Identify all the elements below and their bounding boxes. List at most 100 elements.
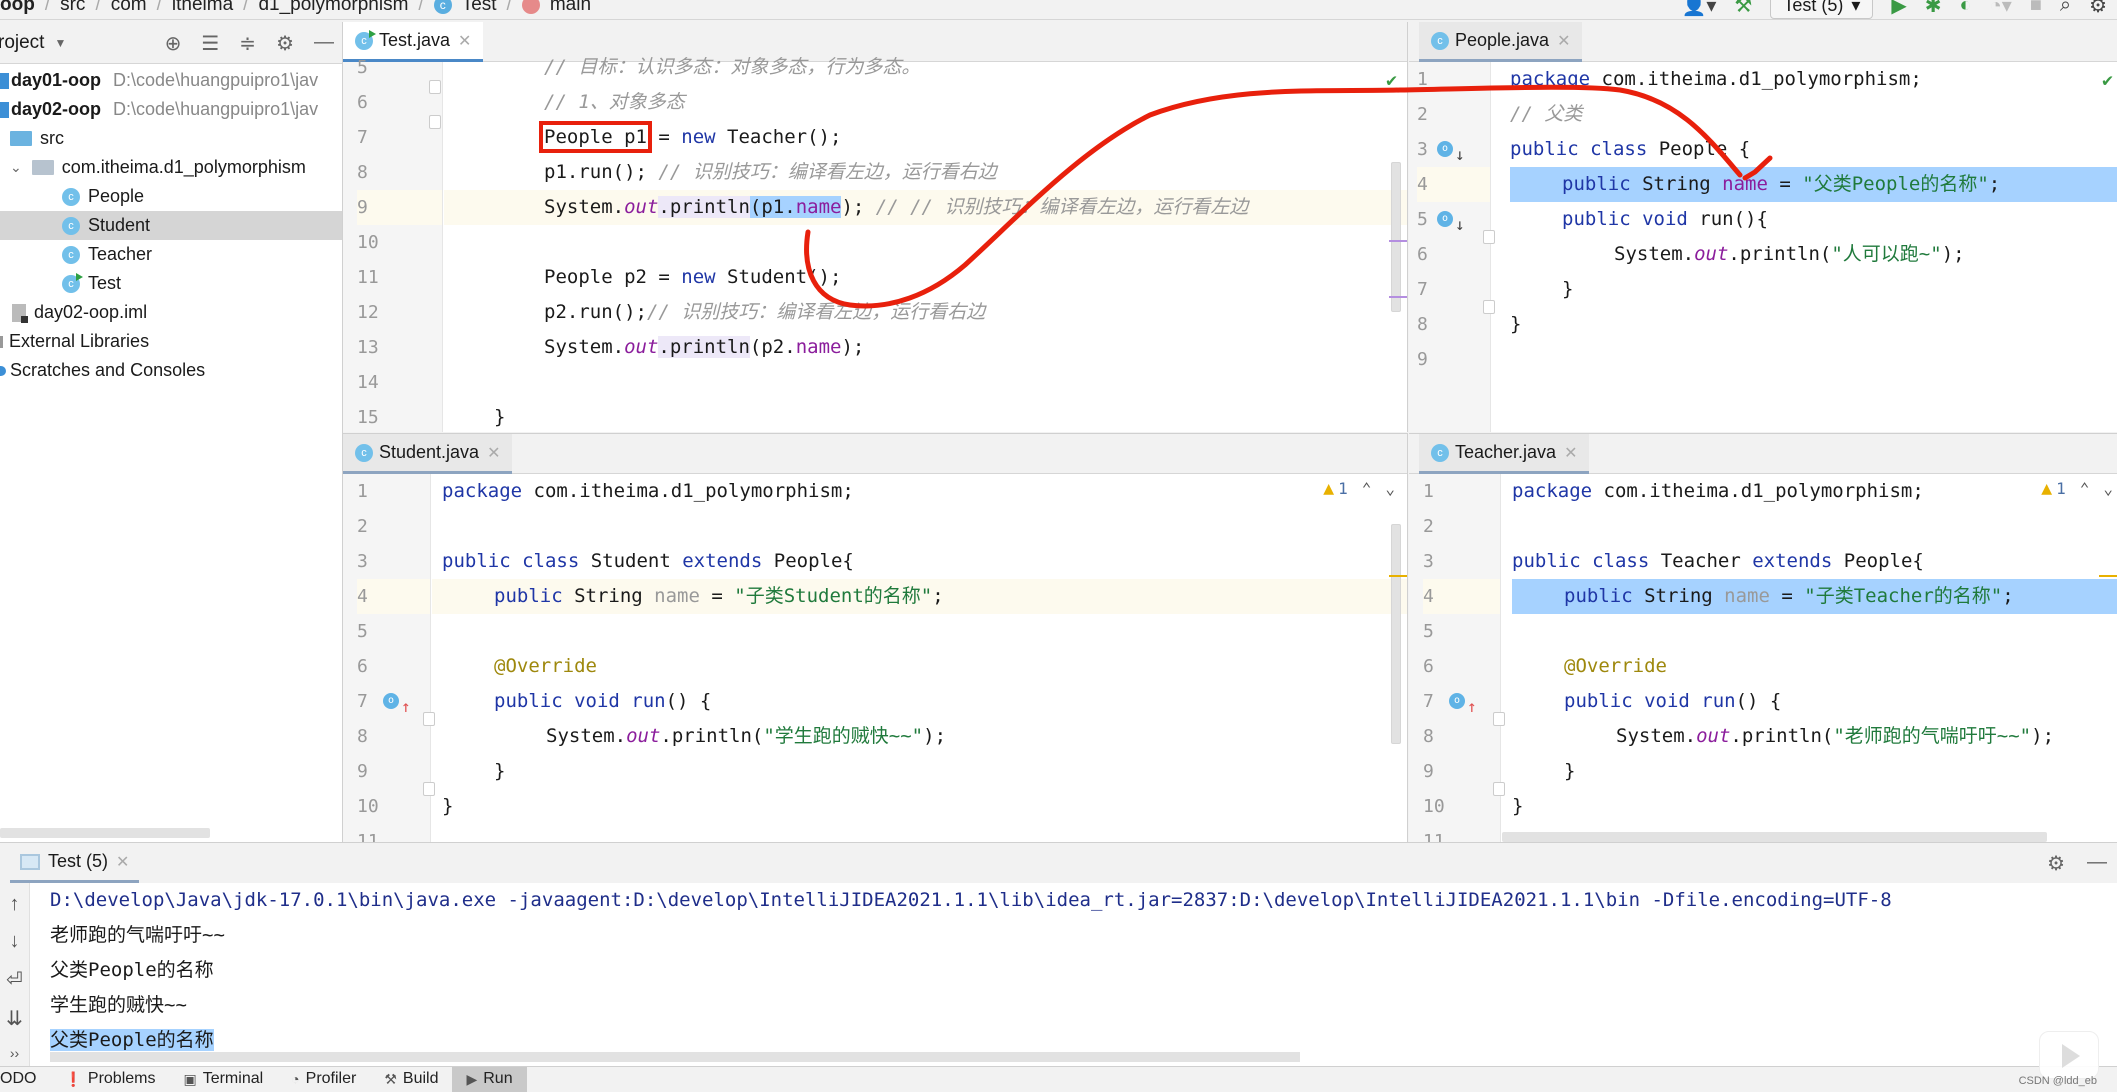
usage-marker[interactable] xyxy=(1389,296,1407,298)
tool-window-todo[interactable]: ODO xyxy=(0,1067,50,1092)
tree-item-day02-oop[interactable]: day02-oop D:\code\huangpuipro1\jav xyxy=(0,95,342,124)
no-problems-check-icon[interactable]: ✔ xyxy=(2102,70,2113,91)
run-icon[interactable]: ▶ xyxy=(1891,0,1906,18)
tool-window-profiler[interactable]: ◔Profiler xyxy=(277,1067,370,1092)
usage-marker[interactable] xyxy=(1389,240,1407,242)
keyword: public void xyxy=(1564,690,1690,712)
overridden-icon[interactable]: o xyxy=(1437,141,1453,157)
settings-gear-icon[interactable]: ⚙ xyxy=(2047,851,2065,876)
close-icon[interactable]: ✕ xyxy=(487,443,500,463)
overrides-icon[interactable]: o xyxy=(1449,693,1465,709)
fold-icon[interactable] xyxy=(429,80,441,94)
overrides-icon[interactable]: o xyxy=(383,693,399,709)
tree-item-people[interactable]: c People xyxy=(0,182,342,211)
tree-item-student[interactable]: c Student xyxy=(0,211,342,240)
profile-icon[interactable]: ◔▾ xyxy=(1990,0,2012,18)
tree-item-package[interactable]: ⌄ com.itheima.d1_polymorphism xyxy=(0,153,342,182)
close-icon[interactable]: ✕ xyxy=(458,31,471,51)
code-area[interactable]: package com.itheima.d1_polymorphism; pub… xyxy=(1502,474,2117,842)
previous-highlight-icon[interactable]: ⌃ xyxy=(2080,479,2090,498)
hide-minus-icon[interactable]: — xyxy=(314,31,334,56)
soft-wrap-icon[interactable]: ⏎ xyxy=(6,967,23,992)
inspection-widget[interactable]: ▲1 ⌃ ⌄ xyxy=(1323,478,1395,499)
code-token: System. xyxy=(544,196,624,218)
breadcrumb-src[interactable]: src xyxy=(60,0,85,16)
fold-icon[interactable] xyxy=(429,115,441,129)
vertical-scrollbar[interactable] xyxy=(1391,162,1401,312)
video-play-overlay-icon xyxy=(2039,1031,2099,1079)
stop-icon[interactable]: ■ xyxy=(2030,0,2042,17)
chevron-down-icon[interactable]: ▼ xyxy=(54,36,66,50)
arrow-down-icon[interactable]: ↓ xyxy=(10,930,20,953)
locate-crosshair-icon[interactable]: ⊕ xyxy=(165,31,182,56)
line-number: 5o↓ xyxy=(1417,202,1490,237)
tab-label: Teacher.java xyxy=(1455,442,1556,463)
code-area[interactable]: // 目标：认识多态：对象多态，行为多态。 // 1、对象多态 People p… xyxy=(444,62,1407,432)
overridden-icon[interactable]: o xyxy=(1437,211,1453,227)
tab-student-java[interactable]: c Student.java ✕ xyxy=(343,434,512,474)
warning-marker[interactable] xyxy=(2099,575,2117,577)
breadcrumb-class[interactable]: Test xyxy=(462,0,497,16)
hide-minus-icon[interactable]: — xyxy=(2087,851,2107,876)
settings-gear-icon[interactable]: ⚙ xyxy=(276,31,294,56)
close-icon[interactable]: ✕ xyxy=(1557,31,1570,51)
line-number: 8 xyxy=(357,155,442,190)
horizontal-scrollbar[interactable] xyxy=(50,1052,1300,1062)
class-icon: c xyxy=(1431,32,1449,50)
search-icon[interactable]: ⌕ xyxy=(2060,0,2071,17)
scroll-to-end-icon[interactable]: ⇊ xyxy=(6,1006,23,1031)
expand-all-icon[interactable]: ☰ xyxy=(201,31,219,56)
tree-item-test[interactable]: c Test xyxy=(0,269,342,298)
breadcrumb-itheima[interactable]: itheima xyxy=(172,0,233,16)
next-highlight-icon[interactable]: ⌄ xyxy=(1385,479,1395,498)
previous-highlight-icon[interactable]: ⌃ xyxy=(1362,479,1372,498)
code-token: System. xyxy=(1616,725,1696,747)
tree-item-teacher[interactable]: c Teacher xyxy=(0,240,342,269)
run-configuration-selector[interactable]: Test (5) ▾ xyxy=(1770,0,1873,19)
tree-item-external-libraries[interactable]: External Libraries xyxy=(0,327,342,356)
close-icon[interactable]: ✕ xyxy=(1564,443,1577,463)
collapse-all-icon[interactable]: ≑ xyxy=(239,31,256,56)
code-area[interactable]: package com.itheima.d1_polymorphism; // … xyxy=(1492,62,2117,432)
tree-item-src[interactable]: src xyxy=(0,124,342,153)
tool-window-terminal[interactable]: ▣Terminal xyxy=(169,1067,277,1092)
settings-gear-icon[interactable]: ⚙ xyxy=(2089,0,2107,18)
tree-item-day01-oop[interactable]: day01-oop D:\code\huangpuipro1\jav xyxy=(0,66,342,95)
tool-window-build[interactable]: ⚒Build xyxy=(370,1067,452,1092)
build-hammer-icon[interactable]: ⚒ xyxy=(1734,0,1752,18)
project-view-selector[interactable]: roject xyxy=(0,32,44,54)
code-area[interactable]: package com.itheima.d1_polymorphism; pub… xyxy=(432,474,1407,842)
console-output[interactable]: D:\develop\Java\jdk-17.0.1\bin\java.exe … xyxy=(50,883,2117,1066)
static-field: out xyxy=(624,196,658,218)
tree-item-scratches[interactable]: Scratches and Consoles xyxy=(0,356,342,385)
code-line-6: System.out.println("人可以跑~"); xyxy=(1492,237,2117,272)
more-chevron-icon[interactable]: ›› xyxy=(10,1045,19,1061)
tab-people-java[interactable]: c People.java ✕ xyxy=(1419,22,1582,62)
code-line-5: // 目标：认识多态：对象多态，行为多态。 xyxy=(444,50,1407,85)
breadcrumb-method[interactable]: main xyxy=(550,0,591,16)
horizontal-scrollbar[interactable] xyxy=(1502,832,2047,842)
chevron-down-icon[interactable]: ⌄ xyxy=(10,159,22,176)
user-icon[interactable]: 👤▾ xyxy=(1681,0,1716,18)
tab-run-test[interactable]: Test (5) ✕ xyxy=(10,843,139,883)
tree-item-iml[interactable]: day02-oop.iml xyxy=(0,298,342,327)
breadcrumb-module[interactable]: oop xyxy=(0,0,35,16)
breadcrumb-package[interactable]: d1_polymorphism xyxy=(258,0,408,16)
debug-bug-icon[interactable]: ✱ xyxy=(1925,0,1942,18)
next-highlight-icon[interactable]: ⌄ xyxy=(2103,479,2113,498)
tool-window-problems[interactable]: ❗Problems xyxy=(50,1067,169,1092)
code-line-10 xyxy=(444,225,1407,260)
breadcrumb-com[interactable]: com xyxy=(111,0,147,16)
tab-teacher-java[interactable]: c Teacher.java ✕ xyxy=(1419,434,1589,474)
horizontal-scrollbar[interactable] xyxy=(0,828,210,838)
code-token: (p1. xyxy=(750,196,796,218)
tool-window-run[interactable]: ▶Run xyxy=(452,1067,526,1092)
warning-marker[interactable] xyxy=(1389,575,1407,577)
arrow-up-icon[interactable]: ↑ xyxy=(10,893,20,916)
no-problems-check-icon[interactable]: ✔ xyxy=(1386,70,1397,91)
coverage-icon[interactable]: ◐ xyxy=(1960,0,1972,17)
inspection-widget[interactable]: ▲1 ⌃ ⌄ xyxy=(2037,478,2117,499)
vertical-scrollbar[interactable] xyxy=(1391,524,1401,744)
close-icon[interactable]: ✕ xyxy=(116,852,129,872)
breadcrumb-separator: / xyxy=(418,0,423,16)
